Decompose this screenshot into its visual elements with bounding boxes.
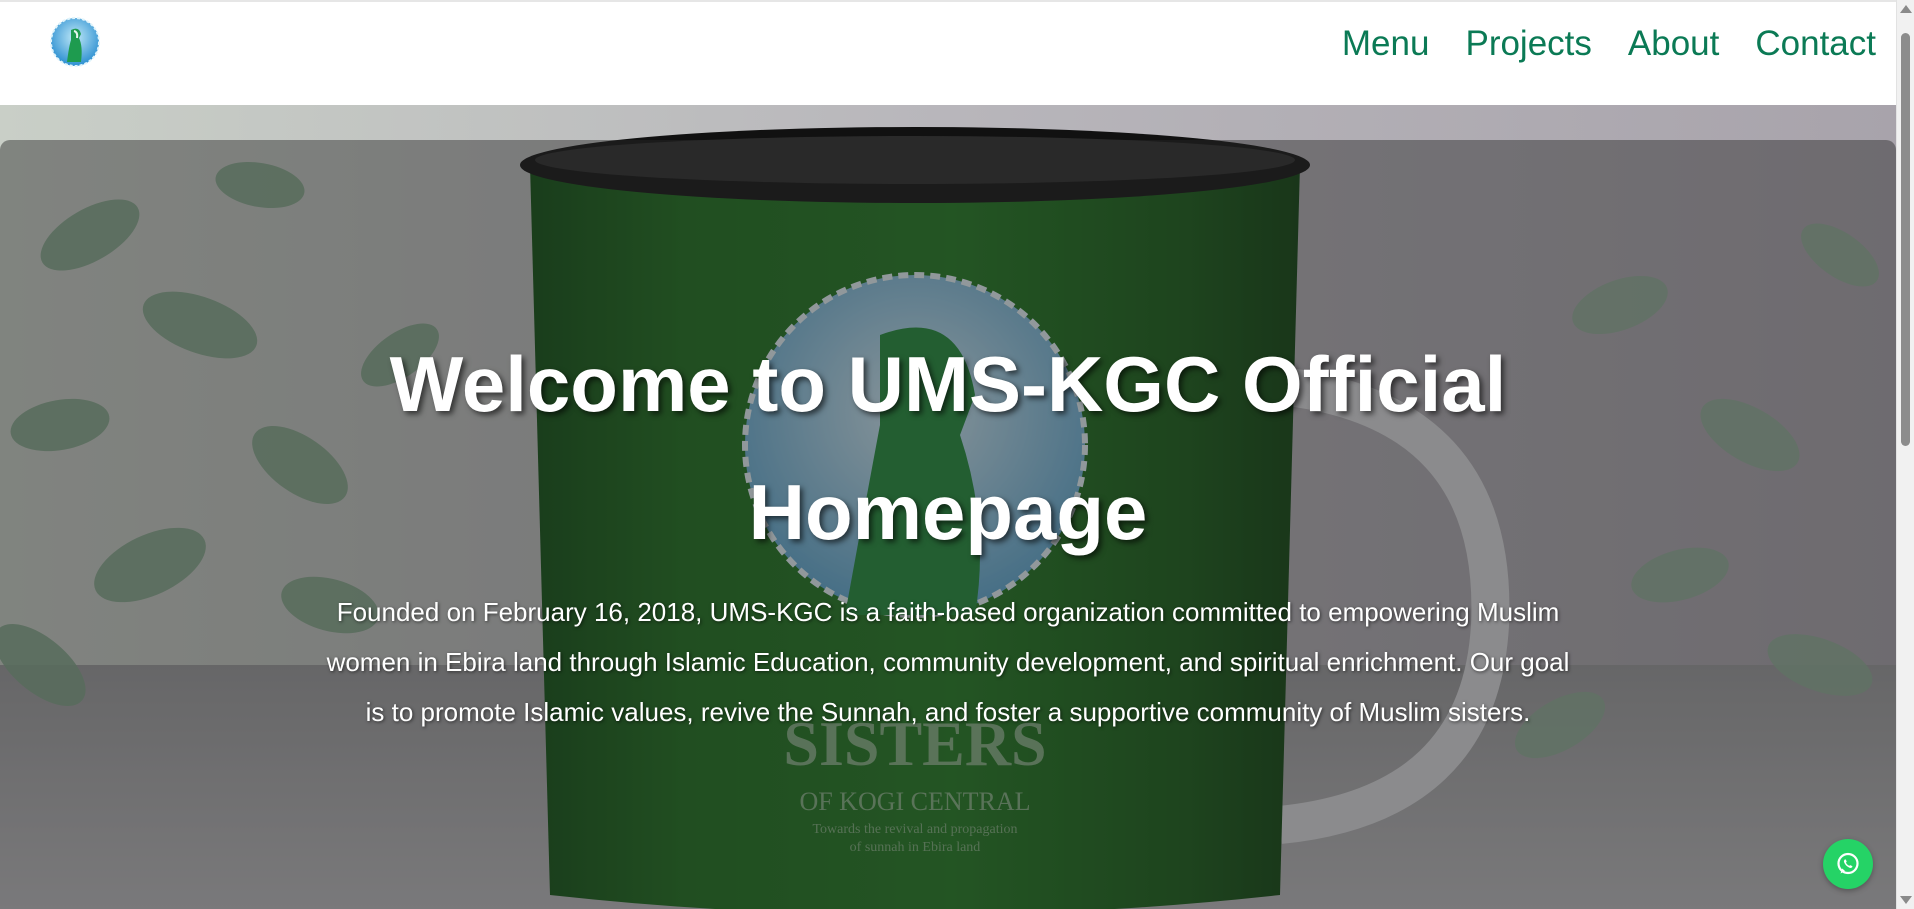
nav-projects-link[interactable]: Projects <box>1465 22 1591 66</box>
nav-menu-link[interactable]: Menu <box>1342 22 1430 66</box>
nav-contact-link[interactable]: Contact <box>1755 22 1876 66</box>
site-logo-icon[interactable] <box>49 16 101 68</box>
scroll-up-arrow-icon[interactable] <box>1900 5 1912 13</box>
main-nav: Menu Projects About Contact <box>1342 22 1876 66</box>
page-scrollbar[interactable] <box>1896 0 1914 909</box>
site-header: Menu Projects About Contact <box>0 0 1896 105</box>
page: Menu Projects About Contact SISTERS OF K… <box>0 0 1914 909</box>
scroll-down-arrow-icon[interactable] <box>1900 896 1912 904</box>
nav-about-link[interactable]: About <box>1628 22 1719 66</box>
whatsapp-button[interactable] <box>1823 839 1873 889</box>
hero-title: Welcome to UMS-KGC Official Homepage <box>389 340 1507 556</box>
scroll-thumb[interactable] <box>1901 33 1910 446</box>
hero-description: Founded on February 16, 2018, UMS-KGC is… <box>326 597 1570 727</box>
hero-section: SISTERS OF KOGI CENTRAL Towards the revi… <box>0 105 1896 909</box>
whatsapp-icon <box>1837 852 1859 875</box>
